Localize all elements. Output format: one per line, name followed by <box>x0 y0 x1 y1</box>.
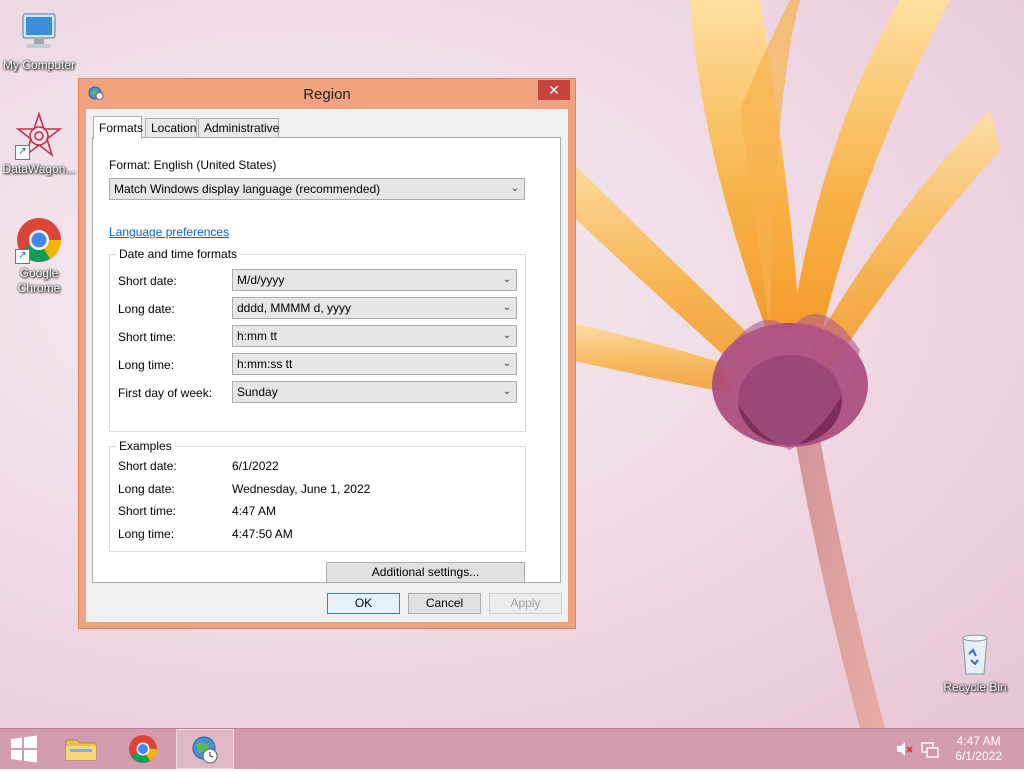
example-short-time-value: 4:47 AM <box>232 504 277 518</box>
long-date-label: Long date: <box>118 302 175 316</box>
desktop-icon-google-chrome[interactable]: ↗ Google Chrome <box>0 216 78 296</box>
shortcut-arrow-icon: ↗ <box>15 145 30 160</box>
long-date-value: dddd, MMMM d, yyyy <box>237 301 352 315</box>
dialog-client-area: Formats Location Administrative Format: … <box>86 109 568 622</box>
chevron-down-icon: ⌄ <box>502 302 512 313</box>
examples-group: Examples Short date: 6/1/2022 Long date:… <box>109 439 526 552</box>
first-day-of-week-label: First day of week: <box>118 386 213 400</box>
clock-time: 4:47 AM <box>956 734 1001 748</box>
first-day-of-week-value: Sunday <box>237 385 278 399</box>
tab-administrative[interactable]: Administrative <box>198 118 279 137</box>
formats-panel: Format: English (United States) Match Wi… <box>92 137 561 583</box>
taskbar-clock[interactable]: 4:47 AM 6/1/2022 <box>955 734 1002 764</box>
long-time-value: h:mm:ss tt <box>237 357 293 371</box>
windows-logo-icon <box>11 735 37 763</box>
short-date-label: Short date: <box>118 274 177 288</box>
example-short-date-value: 6/1/2022 <box>232 459 279 473</box>
volume-muted-icon[interactable] <box>892 729 916 769</box>
shortcut-arrow-icon: ↗ <box>15 249 30 264</box>
desktop-icon-recycle-bin[interactable]: Recycle Bin <box>936 630 1014 695</box>
long-date-dropdown[interactable]: dddd, MMMM d, yyyy ⌄ <box>232 297 517 319</box>
start-button[interactable] <box>0 729 48 769</box>
example-long-time-value: 4:47:50 AM <box>232 527 293 541</box>
group-title: Date and time formats <box>116 247 241 261</box>
taskbar-file-explorer[interactable] <box>57 729 105 769</box>
network-icon[interactable] <box>918 729 942 769</box>
additional-settings-button[interactable]: Additional settings... <box>326 562 525 583</box>
ok-button[interactable]: OK <box>327 593 400 614</box>
chevron-down-icon: ⌄ <box>502 274 512 285</box>
clock-date: 6/1/2022 <box>955 749 1002 763</box>
chevron-down-icon: ⌄ <box>502 386 512 397</box>
example-long-time-label: Long time: <box>118 527 175 541</box>
long-time-label: Long time: <box>118 358 175 372</box>
desktop-icon-label: My Computer <box>2 58 76 72</box>
short-time-value: h:mm tt <box>237 329 278 343</box>
title-bar[interactable]: Region ✕ <box>79 79 575 109</box>
datawagon-icon: ↗ <box>15 111 63 160</box>
example-short-date-label: Short date: <box>118 459 177 473</box>
desktop-icon-label: Recycle Bin <box>943 680 1007 694</box>
first-day-of-week-dropdown[interactable]: Sunday ⌄ <box>232 381 517 403</box>
language-preferences-link[interactable]: Language preferences <box>109 225 229 239</box>
taskbar-google-chrome[interactable] <box>119 729 167 769</box>
format-dropdown-value: Match Windows display language (recommen… <box>114 182 381 196</box>
example-long-date-label: Long date: <box>118 482 175 496</box>
chevron-down-icon: ⌄ <box>510 183 520 194</box>
taskbar: 4:47 AM 6/1/2022 <box>0 728 1024 769</box>
apply-button[interactable]: Apply <box>489 593 562 614</box>
desktop-icon-label: DataWagon... <box>2 162 76 176</box>
folder-icon <box>65 739 97 761</box>
cancel-button[interactable]: Cancel <box>408 593 481 614</box>
example-short-time-label: Short time: <box>118 504 177 518</box>
short-time-dropdown[interactable]: h:mm tt ⌄ <box>232 325 517 347</box>
chevron-down-icon: ⌄ <box>502 358 512 369</box>
date-time-formats-group: Date and time formats Short date: M/d/yy… <box>109 247 526 432</box>
close-button[interactable]: ✕ <box>538 80 570 100</box>
region-dialog: Region ✕ Formats Location Administrative… <box>78 78 576 629</box>
short-date-value: M/d/yyyy <box>237 273 285 287</box>
short-time-label: Short time: <box>118 330 177 344</box>
chevron-down-icon: ⌄ <box>502 330 512 341</box>
window-title: Region <box>303 86 351 103</box>
long-time-dropdown[interactable]: h:mm:ss tt ⌄ <box>232 353 517 375</box>
globe-clock-icon <box>192 736 218 764</box>
recycle-bin-icon <box>951 630 999 678</box>
example-long-date-value: Wednesday, June 1, 2022 <box>232 482 371 496</box>
computer-icon <box>15 8 63 56</box>
desktop-icon-datawagon[interactable]: ↗ DataWagon... <box>0 111 78 177</box>
desktop-icon-label: Google Chrome <box>17 266 61 295</box>
chrome-icon: ↗ <box>15 216 63 264</box>
group-title: Examples <box>116 439 175 453</box>
short-date-dropdown[interactable]: M/d/yyyy ⌄ <box>232 269 517 291</box>
tab-formats[interactable]: Formats <box>93 116 143 139</box>
tab-location[interactable]: Location <box>145 118 197 137</box>
chrome-icon <box>129 735 157 763</box>
format-label: Format: English (United States) <box>109 158 277 172</box>
format-dropdown[interactable]: Match Windows display language (recommen… <box>109 178 525 200</box>
desktop-icon-my-computer[interactable]: My Computer <box>0 8 78 73</box>
taskbar-region-active[interactable] <box>176 729 234 769</box>
